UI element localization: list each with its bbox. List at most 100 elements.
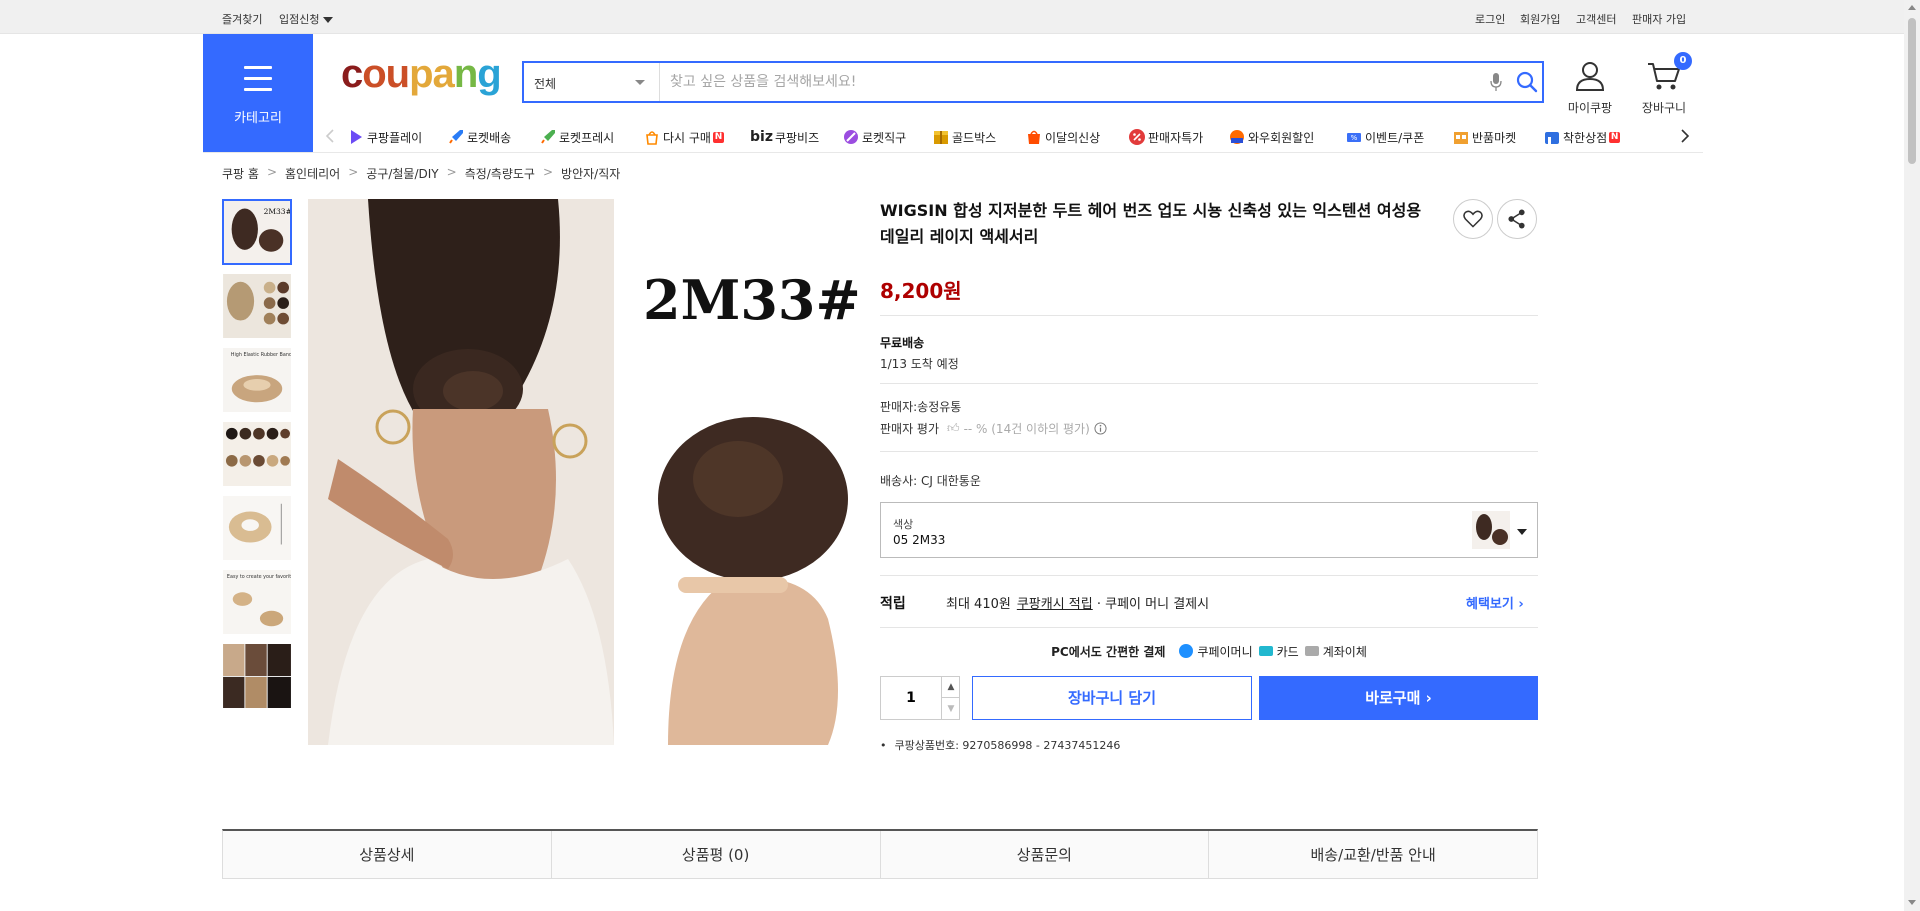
rocket-fresh-icon [540, 129, 556, 145]
buy-now-label: 바로구매 [1365, 689, 1421, 707]
tab-shipping-returns[interactable]: 배송/교환/반품 안내 [1209, 831, 1537, 878]
option-value: 05 2M33 [893, 533, 946, 547]
benefit-link[interactable]: 혜택보기 › [1466, 593, 1524, 612]
breadcrumb-item[interactable]: 측정/측량도구 [465, 165, 535, 181]
chevron-left-icon[interactable] [324, 128, 336, 144]
search-input[interactable] [670, 69, 1470, 95]
wow-icon [1229, 129, 1245, 145]
play-icon [348, 129, 364, 145]
add-to-cart-button[interactable]: 장바구니 담기 [972, 676, 1252, 720]
search-scope-select[interactable]: 전체 [524, 63, 660, 101]
signup-link[interactable]: 회원가입 [1520, 11, 1560, 27]
payment-method: 계좌이체 [1322, 644, 1367, 659]
reward-label: 적립 [880, 596, 906, 612]
image-caption: 2M33# [643, 268, 861, 332]
share-button[interactable] [1497, 199, 1537, 239]
buy-now-button[interactable]: 바로구매 › [1259, 676, 1538, 720]
payment-method: 카드 [1276, 644, 1299, 659]
nav-item-coupang-play[interactable]: 쿠팡플레이 [348, 128, 422, 146]
quantity-increase-button[interactable]: ▲ [941, 677, 960, 698]
option-key: 색상 [893, 518, 914, 531]
breadcrumb-item[interactable]: 공구/철물/DIY [366, 165, 438, 181]
nav-item-good-shop[interactable]: 착한상점 N [1544, 128, 1621, 146]
bookmark-link[interactable]: 즐겨찾기 [222, 11, 262, 27]
scroll-up-icon[interactable] [1908, 5, 1916, 10]
breadcrumb-item[interactable]: 홈인테리어 [285, 165, 340, 181]
rocket-icon [448, 129, 464, 145]
product-thumbnail[interactable]: Easy to create your favorite look [222, 569, 292, 635]
scroll-down-icon[interactable] [1908, 900, 1916, 905]
product-thumbnail[interactable] [222, 421, 292, 487]
quantity-stepper: ▲ ▼ [880, 676, 960, 720]
product-thumbnail[interactable] [222, 273, 292, 339]
search-scope-value: 전체 [534, 77, 557, 91]
category-shortcut-nav: 쿠팡플레이 로켓배송 로켓프레시 다시 구매 N biz 쿠팡비즈 로켓직구 골드박… [316, 122, 1700, 152]
nav-item-rocket-fresh[interactable]: 로켓프레시 [540, 128, 614, 146]
nav-item-return-market[interactable]: 반품마켓 [1453, 128, 1516, 146]
coupang-logo[interactable]: coupang [341, 52, 502, 97]
svg-text:Easy to create your favorite l: Easy to create your favorite look [227, 574, 291, 580]
product-thumbnail[interactable]: High Elastic Rubber Band [222, 347, 292, 413]
product-thumbnail[interactable] [222, 643, 292, 709]
category-menu-button[interactable]: 카테고리 [203, 34, 313, 152]
scrollbar-thumb[interactable] [1908, 18, 1916, 164]
header-divider [203, 152, 1703, 153]
page-scrollbar[interactable] [1904, 0, 1920, 911]
product-photo: 2M33# [308, 199, 864, 745]
my-coupang-label: 마이쿠팡 [1567, 101, 1613, 115]
wishlist-button[interactable] [1453, 199, 1493, 239]
payment-title: PC에서도 간편한 결제 [1051, 644, 1166, 659]
goldbox-icon [933, 129, 949, 145]
product-thumbnail[interactable] [222, 495, 292, 561]
product-main-image[interactable]: 2M33# [308, 199, 864, 745]
search-icon[interactable] [1516, 71, 1538, 93]
nav-item-wow-discount[interactable]: 와우회원할인 [1229, 128, 1314, 146]
reward-condition: · 쿠페이 머니 결제시 [1092, 597, 1210, 612]
percent-icon [1129, 129, 1145, 145]
category-label: 카테고리 [234, 111, 282, 126]
quantity-input[interactable] [881, 677, 941, 719]
card-icon [1258, 646, 1273, 656]
nav-item-rebuy[interactable]: 다시 구매 N [644, 128, 724, 146]
tab-product-detail[interactable]: 상품상세 [223, 831, 552, 878]
product-title: WIGSIN 합성 지저분한 두트 헤어 번즈 업도 시뇽 신축성 있는 익스텐… [880, 201, 1422, 246]
nav-item-coupang-biz[interactable]: biz 쿠팡비즈 [750, 128, 819, 146]
svg-text:2M33#: 2M33# [264, 207, 290, 216]
tab-inquiries[interactable]: 상품문의 [881, 831, 1210, 878]
divider [880, 575, 1538, 576]
nav-item-seller-deals[interactable]: 판매자특가 [1129, 128, 1203, 146]
seller-rating-label: 판매자 평가 [880, 422, 940, 436]
nav-item-goldbox[interactable]: 골드박스 [933, 128, 996, 146]
chevron-right-icon: › [1425, 689, 1432, 707]
coupang-cash-link[interactable]: 쿠팡캐시 적립 [1017, 593, 1093, 612]
product-thumbnail[interactable]: 2M33# [222, 199, 292, 265]
chevron-down-icon [1517, 529, 1527, 535]
breadcrumb-item[interactable]: 쿠팡 홈 [222, 165, 259, 181]
nav-item-events-coupons[interactable]: % 이벤트/쿠폰 [1346, 128, 1424, 146]
caret-down-icon [323, 17, 334, 23]
color-option-select[interactable]: 색상 05 2M33 [880, 502, 1538, 558]
seller-rating-value: -- % (14건 이하의 평가) [963, 422, 1090, 436]
new-badge: N [1609, 131, 1621, 143]
bank-transfer-icon [1304, 646, 1319, 656]
quantity-decrease-button[interactable]: ▼ [941, 698, 960, 719]
breadcrumb-item[interactable]: 방안자/직자 [561, 165, 620, 181]
return-market-icon [1453, 129, 1469, 145]
info-icon[interactable] [1094, 422, 1107, 435]
reward-max: 최대 410원 [946, 597, 1011, 612]
my-coupang-button[interactable]: 마이쿠팡 [1562, 57, 1618, 117]
chevron-right-icon[interactable] [1679, 128, 1691, 144]
seller-name[interactable]: 판매자:송정유통 [880, 398, 961, 415]
login-link[interactable]: 로그인 [1475, 11, 1505, 27]
microphone-icon[interactable] [1490, 73, 1502, 91]
customer-center-link[interactable]: 고객센터 [1576, 11, 1616, 27]
partner-apply-dropdown[interactable]: 입점신청 [279, 11, 334, 27]
nav-item-monthly-new[interactable]: 이달의신상 [1026, 128, 1100, 146]
cart-button[interactable]: 0 장바구니 [1634, 52, 1694, 116]
breadcrumb-separator: > [446, 165, 457, 179]
seller-signup-link[interactable]: 판매자 가입 [1632, 11, 1686, 27]
nav-item-rocket-delivery[interactable]: 로켓배송 [448, 128, 511, 146]
cart-count-badge: 0 [1674, 52, 1692, 70]
nav-item-rocket-global[interactable]: 로켓직구 [843, 128, 906, 146]
tab-reviews[interactable]: 상품평 (0) [552, 831, 881, 878]
